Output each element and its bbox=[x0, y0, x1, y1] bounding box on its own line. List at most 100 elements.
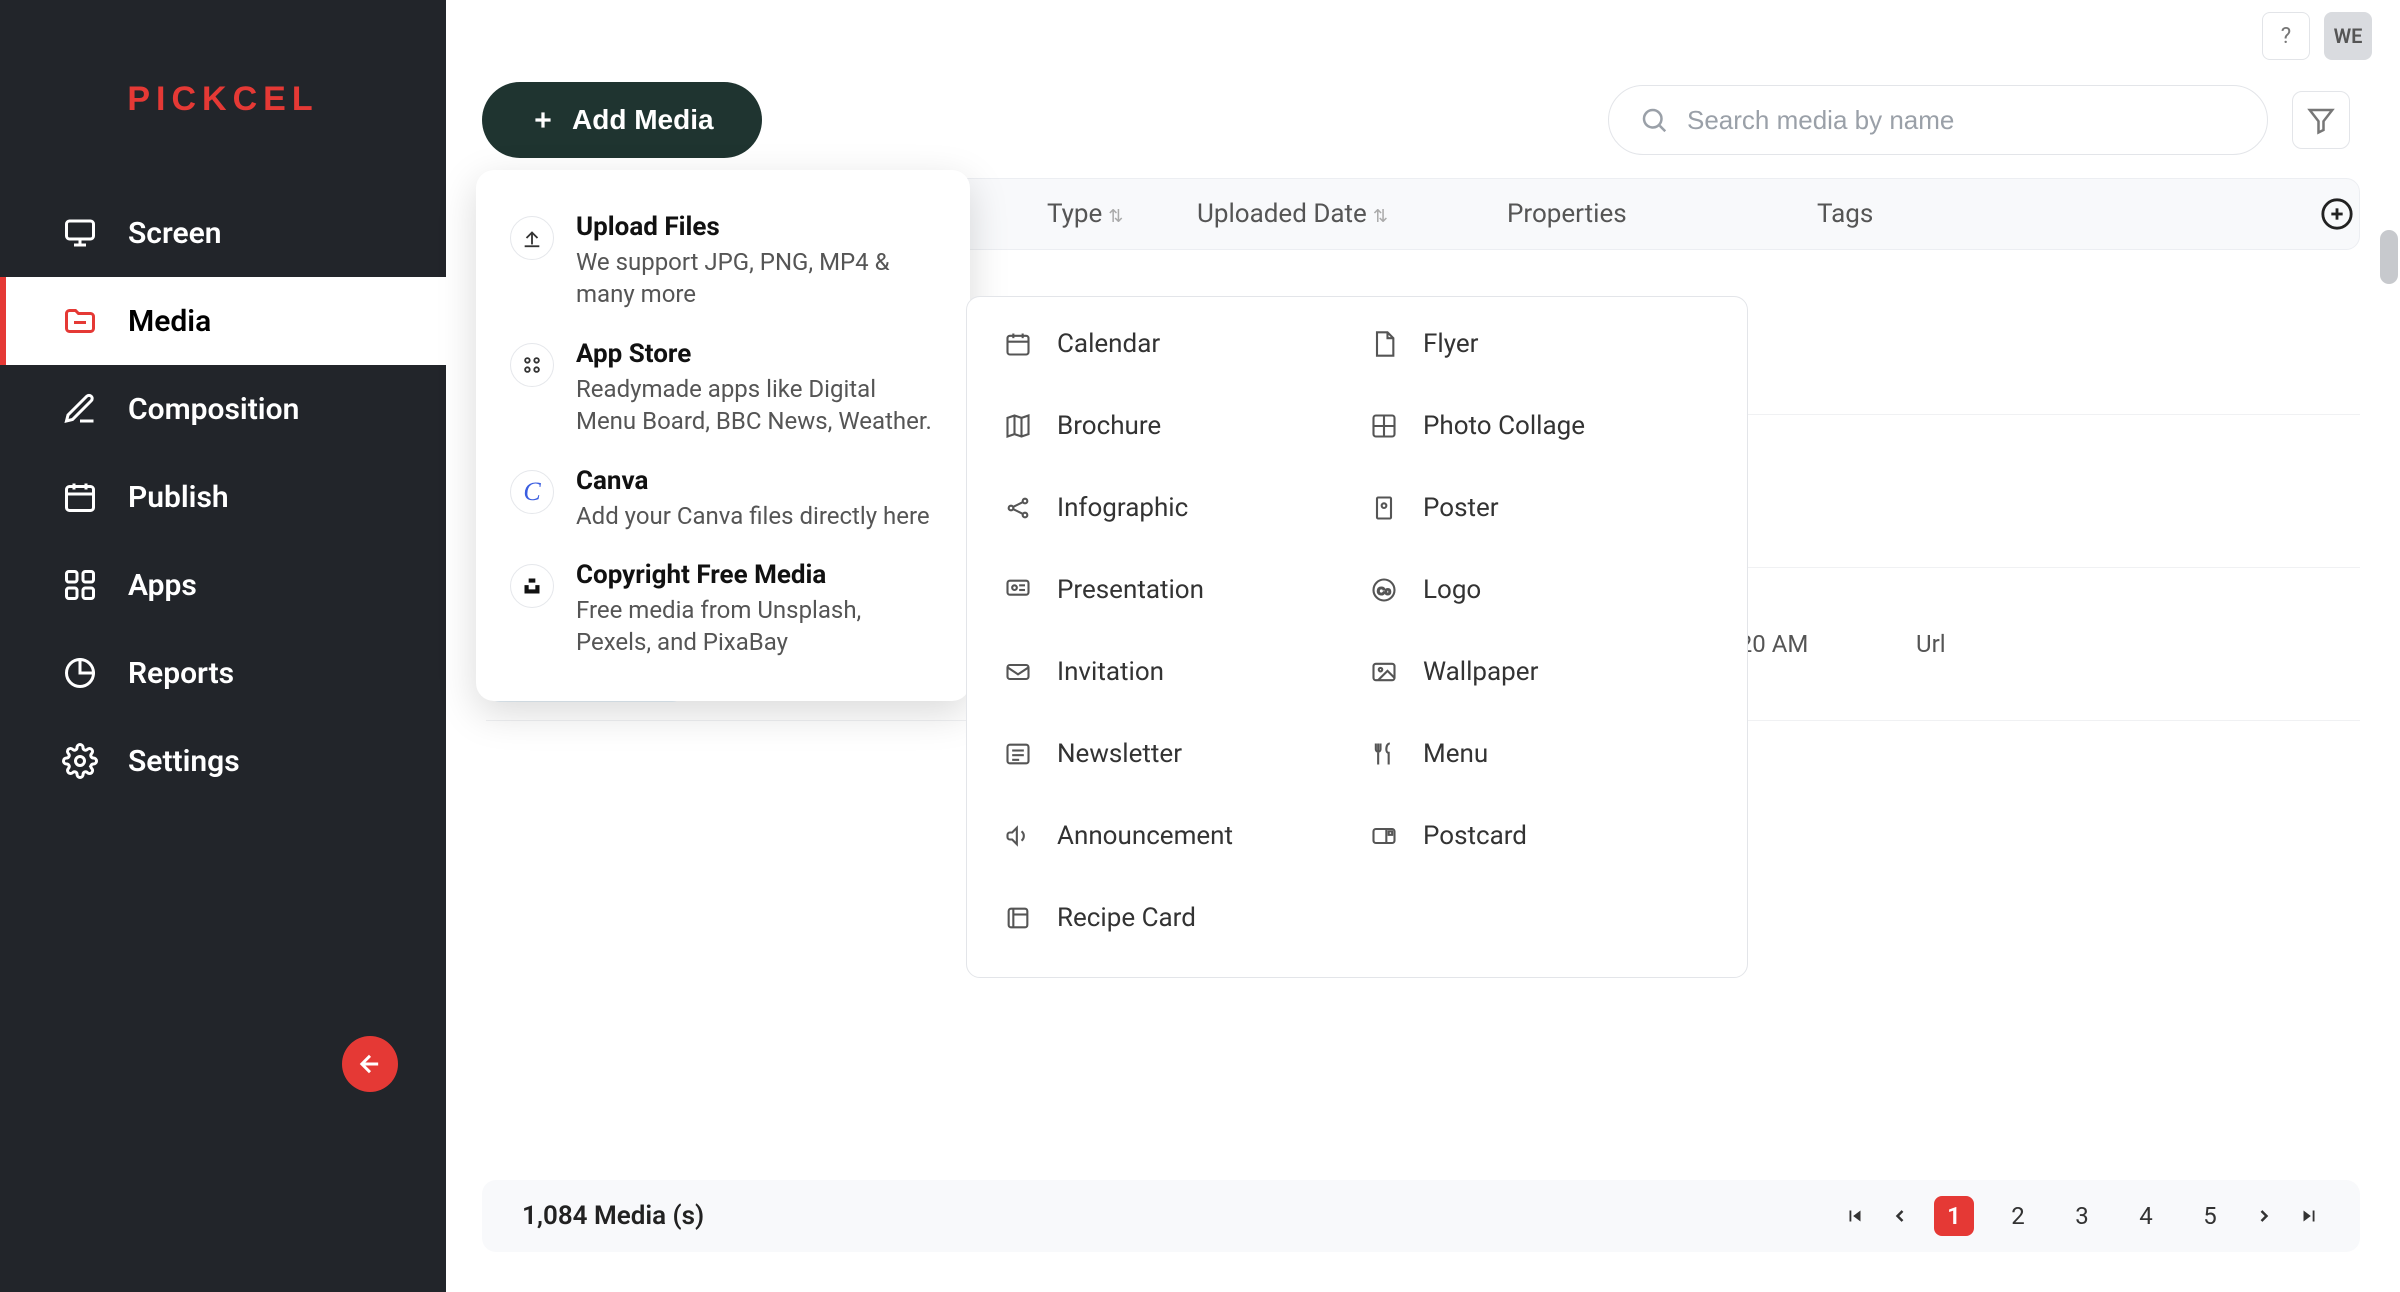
sidebar-item-composition[interactable]: Composition bbox=[0, 365, 446, 453]
sidebar-item-label: Composition bbox=[128, 392, 299, 427]
next-page-button[interactable] bbox=[2254, 1206, 2274, 1226]
add-media-button[interactable]: Add Media bbox=[482, 82, 762, 158]
sidebar-item-label: Screen bbox=[128, 216, 222, 251]
menu-item-desc: We support JPG, PNG, MP4 & many more bbox=[576, 246, 936, 311]
menu-item-title: Canva bbox=[576, 466, 930, 496]
search-box[interactable] bbox=[1608, 85, 2268, 155]
help-button[interactable]: ? bbox=[2262, 12, 2310, 60]
canva-template-presentation[interactable]: Presentation bbox=[1001, 573, 1347, 607]
menu-item-copyright-free[interactable]: Copyright Free Media Free media from Uns… bbox=[506, 546, 940, 673]
filter-button[interactable] bbox=[2292, 91, 2350, 149]
canva-template-brochure[interactable]: Brochure bbox=[1001, 409, 1347, 443]
menu-item-desc: Readymade apps like Digital Menu Board, … bbox=[576, 373, 936, 438]
canva-template-label: Newsletter bbox=[1057, 739, 1182, 769]
menu-item-app-store[interactable]: App Store Readymade apps like Digital Me… bbox=[506, 325, 940, 452]
last-page-icon bbox=[2298, 1205, 2320, 1227]
column-uploaded-date[interactable]: Uploaded Date⇅ bbox=[1197, 199, 1388, 229]
first-page-button[interactable] bbox=[1844, 1205, 1866, 1227]
infographic-icon bbox=[1001, 491, 1035, 525]
canva-template-label: Presentation bbox=[1057, 575, 1204, 605]
search-wrap bbox=[1608, 85, 2350, 155]
canva-template-label: Wallpaper bbox=[1423, 657, 1538, 687]
column-properties: Properties bbox=[1507, 199, 1627, 229]
search-icon bbox=[1639, 105, 1669, 135]
canva-templates-menu: Calendar Flyer Brochure Photo Collage In… bbox=[966, 296, 1748, 978]
sidebar-item-label: Publish bbox=[128, 480, 229, 515]
topbar: ? WE bbox=[446, 0, 2400, 72]
canva-template-announcement[interactable]: Announcement bbox=[1001, 819, 1347, 853]
user-avatar[interactable]: WE bbox=[2324, 12, 2372, 60]
canva-template-label: Flyer bbox=[1423, 329, 1478, 359]
last-page-button[interactable] bbox=[2298, 1205, 2320, 1227]
postcard-icon bbox=[1367, 819, 1401, 853]
canva-template-label: Logo bbox=[1423, 575, 1481, 605]
canva-template-recipe-card[interactable]: Recipe Card bbox=[1001, 901, 1347, 935]
sidebar-item-screen[interactable]: Screen bbox=[0, 189, 446, 277]
canva-template-calendar[interactable]: Calendar bbox=[1001, 327, 1347, 361]
menu-food-icon bbox=[1367, 737, 1401, 771]
upload-icon bbox=[510, 216, 554, 260]
sidebar-item-label: Settings bbox=[128, 744, 240, 779]
canva-template-label: Invitation bbox=[1057, 657, 1164, 687]
menu-item-desc: Free media from Unsplash, Pexels, and Pi… bbox=[576, 594, 936, 659]
page-1-button[interactable]: 1 bbox=[1934, 1196, 1974, 1236]
search-input[interactable] bbox=[1687, 105, 2237, 136]
menu-item-canva[interactable]: C Canva Add your Canva files directly he… bbox=[506, 452, 940, 546]
sidebar-item-publish[interactable]: Publish bbox=[0, 453, 446, 541]
menu-item-upload-files[interactable]: Upload Files We support JPG, PNG, MP4 & … bbox=[506, 198, 940, 325]
edit-icon bbox=[60, 389, 100, 429]
canva-template-infographic[interactable]: Infographic bbox=[1001, 491, 1347, 525]
canva-template-postcard[interactable]: Postcard bbox=[1367, 819, 1713, 853]
menu-item-desc: Add your Canva files directly here bbox=[576, 500, 930, 532]
canva-template-menu[interactable]: Menu bbox=[1367, 737, 1713, 771]
add-media-menu: Upload Files We support JPG, PNG, MP4 & … bbox=[476, 170, 970, 701]
brochure-icon bbox=[1001, 409, 1035, 443]
poster-icon bbox=[1367, 491, 1401, 525]
sidebar-item-label: Reports bbox=[128, 656, 234, 691]
sidebar-item-settings[interactable]: Settings bbox=[0, 717, 446, 805]
megaphone-icon bbox=[1001, 819, 1035, 853]
canva-template-label: Poster bbox=[1423, 493, 1499, 523]
sidebar-item-media[interactable]: Media bbox=[0, 277, 446, 365]
unsplash-icon bbox=[510, 564, 554, 608]
collage-icon bbox=[1367, 409, 1401, 443]
canva-template-photo-collage[interactable]: Photo Collage bbox=[1367, 409, 1713, 443]
canva-icon: C bbox=[510, 470, 554, 514]
canva-template-label: Recipe Card bbox=[1057, 903, 1196, 933]
grid-icon bbox=[60, 565, 100, 605]
canva-template-poster[interactable]: Poster bbox=[1367, 491, 1713, 525]
sidebar-item-reports[interactable]: Reports bbox=[0, 629, 446, 717]
column-type[interactable]: Type⇅ bbox=[1047, 199, 1123, 229]
chevron-right-icon bbox=[2254, 1206, 2274, 1226]
chevron-left-icon bbox=[1890, 1206, 1910, 1226]
canva-template-label: Postcard bbox=[1423, 821, 1527, 851]
collapse-sidebar-button[interactable] bbox=[342, 1036, 398, 1092]
media-property: Url bbox=[1916, 630, 1946, 658]
page-5-button[interactable]: 5 bbox=[2190, 1196, 2230, 1236]
page-3-button[interactable]: 3 bbox=[2062, 1196, 2102, 1236]
page-4-button[interactable]: 4 bbox=[2126, 1196, 2166, 1236]
prev-page-button[interactable] bbox=[1890, 1206, 1910, 1226]
canva-template-invitation[interactable]: Invitation bbox=[1001, 655, 1347, 689]
canva-template-label: Photo Collage bbox=[1423, 411, 1585, 441]
canva-template-label: Calendar bbox=[1057, 329, 1160, 359]
canva-template-logo[interactable]: Co Logo bbox=[1367, 573, 1713, 607]
page-2-button[interactable]: 2 bbox=[1998, 1196, 2038, 1236]
flyer-icon bbox=[1367, 327, 1401, 361]
media-count: 1,084 Media (s) bbox=[522, 1201, 704, 1231]
canva-template-flyer[interactable]: Flyer bbox=[1367, 327, 1713, 361]
gear-icon bbox=[60, 741, 100, 781]
brand-logo: PICKCEL bbox=[127, 80, 318, 118]
scrollbar-thumb[interactable] bbox=[2380, 230, 2398, 284]
sidebar-item-apps[interactable]: Apps bbox=[0, 541, 446, 629]
pagination: 1 2 3 4 5 bbox=[1844, 1196, 2320, 1236]
folder-icon bbox=[60, 301, 100, 341]
canva-template-newsletter[interactable]: Newsletter bbox=[1001, 737, 1347, 771]
canva-template-label: Announcement bbox=[1057, 821, 1233, 851]
canva-template-wallpaper[interactable]: Wallpaper bbox=[1367, 655, 1713, 689]
add-column-button[interactable] bbox=[2315, 192, 2359, 236]
first-page-icon bbox=[1844, 1205, 1866, 1227]
presentation-icon bbox=[1001, 573, 1035, 607]
sort-icon: ⇅ bbox=[1108, 206, 1123, 227]
logo-icon: Co bbox=[1367, 573, 1401, 607]
